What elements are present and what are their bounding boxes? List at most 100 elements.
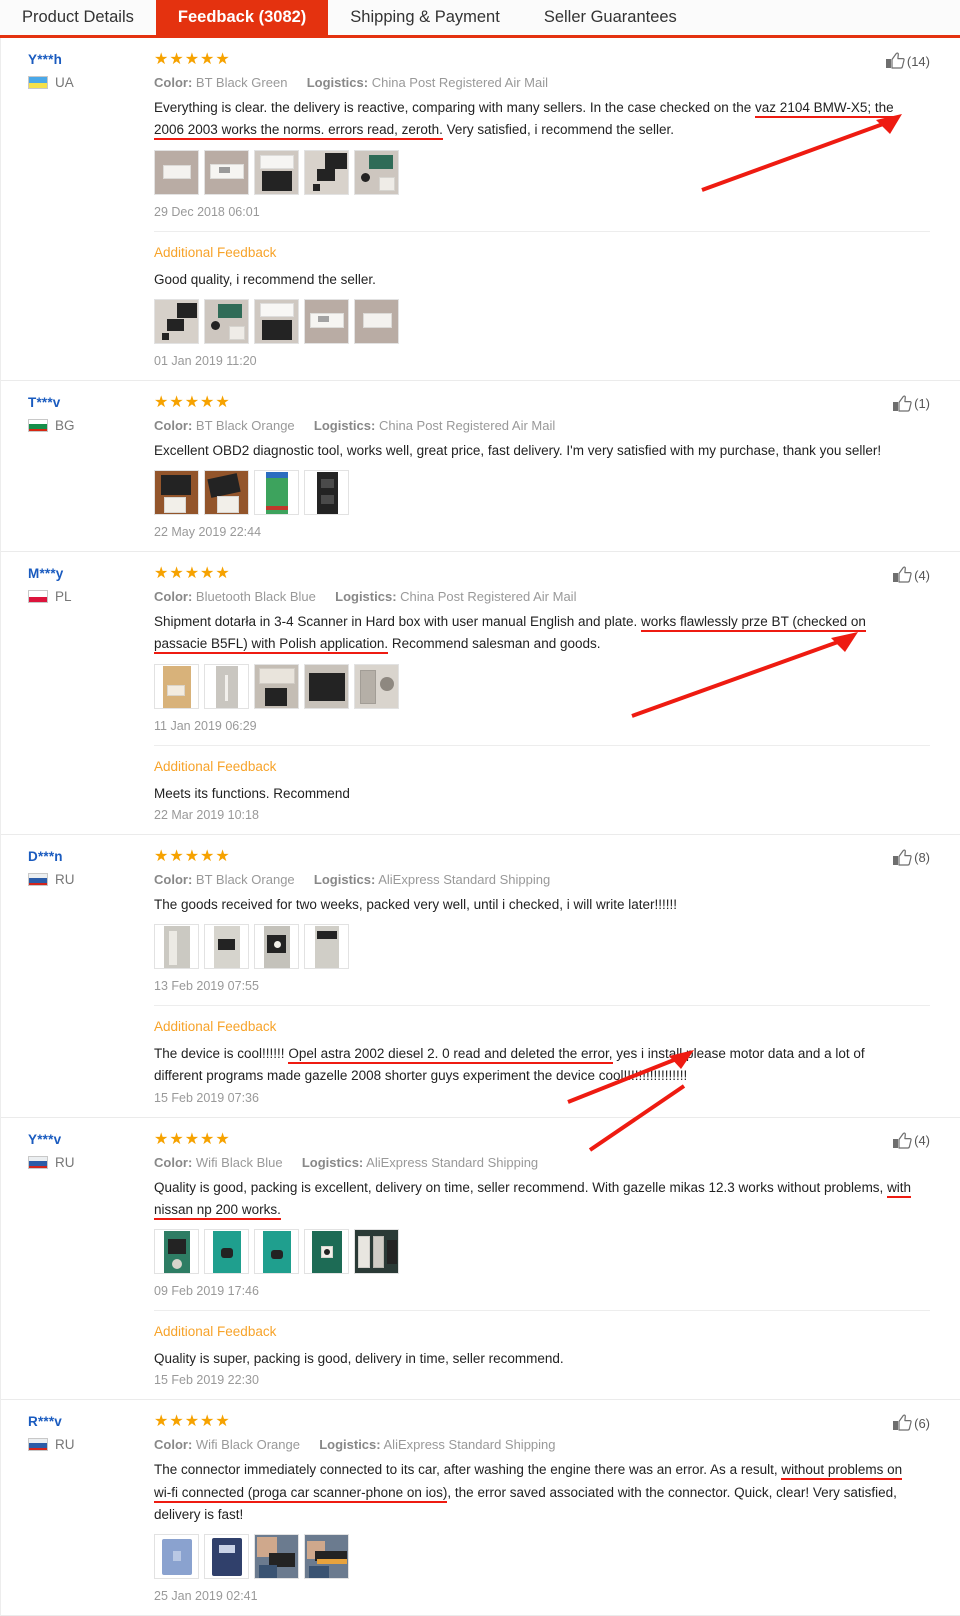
review-attributes: Color: BT Black Green Logistics: China P… — [154, 75, 930, 90]
logistics-value: China Post Registered Air Mail — [400, 589, 577, 605]
color-value: Wifi Black Orange — [195, 1437, 300, 1453]
rating-stars: ★★★★★ — [154, 393, 231, 411]
review-photo-thumbnail[interactable] — [154, 298, 199, 344]
helpful-count-value: (1) — [914, 396, 930, 412]
review-item: R***v RU (6) ★★★★★ Color: Wifi Black Ora… — [1, 1400, 960, 1616]
review-photo-thumbnail[interactable] — [254, 1534, 299, 1580]
review-photo-thumbnail[interactable] — [254, 1229, 299, 1275]
review-photo-thumbnail[interactable] — [204, 149, 249, 195]
review-photo-thumbnail[interactable] — [304, 663, 349, 709]
review-photo-thumbnail[interactable] — [304, 1229, 349, 1275]
additional-feedback-date: 15 Feb 2019 22:30 — [154, 1373, 259, 1388]
review-attributes: Color: BT Black Orange Logistics: AliExp… — [154, 872, 930, 887]
reviewer-name[interactable]: Y***h — [28, 52, 154, 67]
country-code: PL — [55, 589, 72, 605]
helpful-count[interactable]: (8) — [892, 849, 930, 867]
helpful-count[interactable]: (4) — [892, 1132, 930, 1150]
color-value: Wifi Black Blue — [195, 1154, 283, 1170]
review-text-pre: The connector immediately connected to i… — [154, 1462, 782, 1478]
helpful-count[interactable]: (6) — [892, 1414, 930, 1432]
reviewer-info: T***v BG — [1, 391, 154, 539]
review-photo-thumbnail[interactable] — [304, 924, 349, 970]
review-text-post: Recommend salesman and goods. — [388, 636, 601, 652]
review-text-post: Very satisfied, i recommend the seller. — [442, 122, 675, 138]
review-photo-thumbnail[interactable] — [204, 663, 249, 709]
helpful-count[interactable]: (1) — [892, 395, 930, 413]
review-photo-thumbnail[interactable] — [204, 924, 249, 970]
flag-ru-icon — [28, 1155, 48, 1169]
additional-feedback: Additional Feedback The device is cool!!… — [154, 1005, 930, 1105]
review-photos — [154, 924, 930, 970]
reviewer-country: PL — [28, 589, 154, 604]
additional-feedback-text-pre: The device is cool!!!!!! — [154, 1046, 289, 1062]
review-photo-thumbnail[interactable] — [304, 149, 349, 195]
review-photos — [154, 470, 930, 516]
review-photo-thumbnail[interactable] — [154, 663, 199, 709]
reviewer-name[interactable]: D***n — [28, 849, 154, 864]
review-photo-thumbnail[interactable] — [254, 924, 299, 970]
helpful-count-value: (8) — [914, 850, 930, 866]
color-value: Bluetooth Black Blue — [195, 589, 316, 605]
review-text: Everything is clear. the delivery is rea… — [154, 97, 914, 142]
review-photo-thumbnail[interactable] — [204, 298, 249, 344]
thumbs-up-icon — [893, 1132, 912, 1149]
review-date: 13 Feb 2019 07:55 — [154, 979, 259, 994]
review-photo-thumbnail[interactable] — [154, 149, 199, 195]
rating-stars: ★★★★★ — [154, 1413, 231, 1431]
review-photo-thumbnail[interactable] — [354, 298, 399, 344]
review-photos — [154, 149, 930, 195]
helpful-count[interactable]: (4) — [892, 566, 930, 584]
flag-ru-icon — [28, 872, 48, 886]
review-photo-thumbnail[interactable] — [304, 470, 349, 516]
reviewer-info: M***y PL — [1, 562, 154, 822]
review-item: Y***v RU (4) ★★★★★ Color: Wifi Black Blu… — [1, 1084, 960, 1401]
review-photo-thumbnail[interactable] — [204, 1534, 249, 1580]
review-photo-thumbnail[interactable] — [154, 470, 199, 516]
tab-seller-guarantees[interactable]: Seller Guarantees — [521, 0, 699, 35]
reviewer-name[interactable]: T***v — [28, 395, 154, 410]
review-text: The goods received for two weeks, packed… — [154, 894, 914, 916]
review-photo-thumbnail[interactable] — [204, 470, 249, 516]
review-photo-thumbnail[interactable] — [254, 663, 299, 709]
color-label: Color: — [154, 417, 193, 433]
review-photo-thumbnail[interactable] — [304, 1534, 349, 1580]
review-photo-thumbnail[interactable] — [154, 924, 199, 970]
tab-feedback[interactable]: Feedback (3082) — [155, 0, 329, 35]
review-date: 25 Jan 2019 02:41 — [154, 1589, 258, 1604]
review-body: (1) ★★★★★ Color: BT Black Orange Logisti… — [154, 391, 960, 539]
helpful-count[interactable]: (14) — [885, 52, 930, 70]
logistics-value: AliExpress Standard Shipping — [378, 871, 551, 887]
tab-product-details[interactable]: Product Details — [0, 0, 156, 35]
review-photo-thumbnail[interactable] — [254, 470, 299, 516]
additional-feedback-text: Quality is super, packing is good, deliv… — [154, 1351, 564, 1367]
additional-feedback-photos — [154, 298, 930, 344]
review-photos — [154, 1534, 930, 1580]
review-photo-thumbnail[interactable] — [354, 663, 399, 709]
logistics-value: China Post Registered Air Mail — [378, 417, 556, 433]
additional-feedback: Additional Feedback Good quality, i reco… — [154, 230, 930, 368]
review-photo-thumbnail[interactable] — [354, 1229, 399, 1275]
review-photo-thumbnail[interactable] — [154, 1534, 199, 1580]
review-item: Y***h UA (14) ★★★★★ Color: BT Black Gree… — [1, 38, 960, 381]
review-photo-thumbnail[interactable] — [354, 149, 399, 195]
reviewer-name[interactable]: Y***v — [28, 1132, 154, 1147]
review-photo-thumbnail[interactable] — [304, 298, 349, 344]
review-photo-thumbnail[interactable] — [254, 149, 299, 195]
feedback-tabbar: Product Details Feedback (3082) Shipping… — [0, 0, 960, 38]
thumbs-up-icon — [893, 1414, 912, 1432]
tab-shipping-payment[interactable]: Shipping & Payment — [328, 0, 522, 35]
review-date: 29 Dec 2018 06:01 — [154, 204, 260, 219]
color-label: Color: — [154, 1154, 193, 1170]
logistics-label: Logistics: — [319, 1437, 381, 1453]
reviewer-name[interactable]: M***y — [28, 566, 154, 581]
review-date: 09 Feb 2019 17:46 — [154, 1284, 259, 1299]
logistics-label: Logistics: — [306, 75, 369, 90]
review-body: (4) ★★★★★ Color: Wifi Black Blue Logisti… — [154, 1084, 960, 1388]
review-photo-thumbnail[interactable] — [204, 1229, 249, 1275]
review-photo-thumbnail[interactable] — [154, 1229, 199, 1275]
review-date: 11 Jan 2019 06:29 — [154, 718, 257, 733]
reviewer-name[interactable]: R***v — [28, 1414, 154, 1429]
review-body: (14) ★★★★★ Color: BT Black Green Logisti… — [154, 48, 960, 368]
color-value: BT Black Green — [195, 75, 288, 90]
review-photo-thumbnail[interactable] — [254, 298, 299, 344]
